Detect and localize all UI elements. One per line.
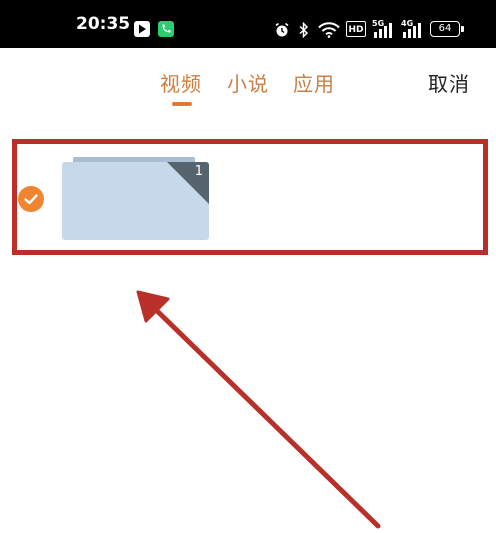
battery-level: 64 bbox=[438, 23, 452, 34]
tab-bar: 视频 小说 应用 取消 bbox=[0, 48, 496, 118]
tab-app[interactable]: 应用 bbox=[293, 68, 335, 97]
alarm-icon bbox=[274, 22, 290, 42]
signal-5g-icon bbox=[372, 22, 396, 42]
video-app-icon bbox=[134, 21, 150, 41]
hd-badge: HD bbox=[346, 21, 366, 37]
phone-app-icon bbox=[158, 21, 174, 41]
active-tab-indicator bbox=[172, 102, 192, 106]
status-bar: 20:35 HD 5G 4G 64 bbox=[0, 0, 496, 48]
cancel-button[interactable]: 取消 bbox=[428, 68, 470, 97]
tab-video[interactable]: 视频 bbox=[160, 68, 202, 97]
wifi-icon bbox=[318, 22, 340, 42]
bluetooth-icon bbox=[297, 21, 311, 42]
signal-4g-icon bbox=[401, 22, 425, 42]
battery-icon: 64 bbox=[430, 21, 460, 37]
highlight-box bbox=[12, 139, 488, 255]
status-time: 20:35 bbox=[76, 14, 131, 34]
battery-tip bbox=[461, 26, 464, 32]
tab-novel[interactable]: 小说 bbox=[227, 68, 269, 97]
